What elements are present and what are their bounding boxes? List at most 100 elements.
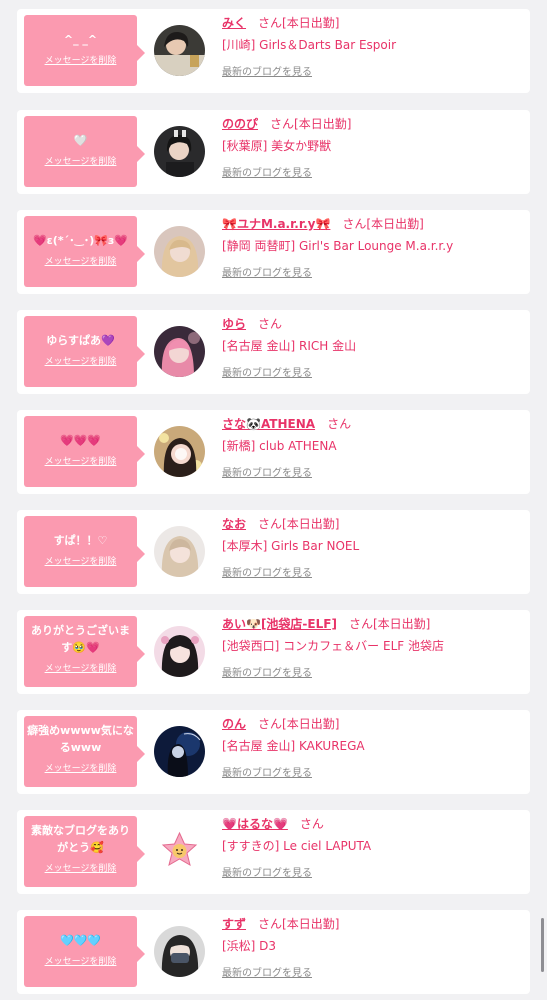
delete-message-link[interactable]: メッセージを削除 — [45, 954, 117, 967]
delete-message-link[interactable]: メッセージを削除 — [45, 53, 117, 66]
message-bubble: 🩵🩵🩵 メッセージを削除 — [24, 916, 145, 987]
name-line: ゆら さん — [222, 315, 522, 333]
name-line: あい🐶[池袋店-ELF] さん[本日出勤] — [222, 615, 522, 633]
san-label: さん — [258, 517, 283, 531]
shop-name: [池袋西口] コンカフェ＆バー ELF 池袋店 — [222, 639, 444, 653]
status-badge: [本日出勤] — [366, 217, 424, 231]
message-text: 💗ε(*´･‿･)🎀з💗 — [32, 234, 129, 247]
message-card: 💗ε(*´･‿･)🎀з💗 メッセージを削除 🎀ユナM.a.r.r.y🎀 さん[本日… — [17, 210, 530, 294]
girl-name-link[interactable]: みく — [222, 16, 246, 30]
san-label: さん — [327, 417, 352, 431]
latest-blog-link[interactable]: 最新のブログを見る — [222, 764, 312, 779]
girl-name-link[interactable]: さな🐼ATHENA — [222, 417, 315, 431]
delete-message-link[interactable]: メッセージを削除 — [45, 454, 117, 467]
san-label: さん — [299, 817, 324, 831]
name-line: のん さん[本日出勤] — [222, 715, 522, 733]
avatar[interactable] — [154, 126, 205, 177]
latest-blog-link[interactable]: 最新のブログを見る — [222, 664, 312, 679]
message-text: 癖強めwwww気になるwww — [27, 724, 134, 754]
status-badge: [本日出勤] — [282, 717, 340, 731]
message-text: ^_ _^ — [63, 33, 98, 46]
delete-message-link[interactable]: メッセージを削除 — [45, 354, 117, 367]
name-line: すず さん[本日出勤] — [222, 915, 522, 933]
avatar[interactable] — [154, 226, 205, 277]
message-bubble: すぱ！！♡ メッセージを削除 — [24, 516, 145, 587]
message-text: 🤍 — [73, 134, 88, 147]
info-block: すず さん[本日出勤] [浜松] D3 最新のブログを見る — [222, 915, 522, 980]
shop-name: [名古屋 金山] RICH 金山 — [222, 339, 357, 353]
name-line: 🎀ユナM.a.r.r.y🎀 さん[本日出勤] — [222, 215, 522, 233]
info-block: あい🐶[池袋店-ELF] さん[本日出勤] [池袋西口] コンカフェ＆バー ELF… — [222, 615, 522, 680]
girl-name-link[interactable]: ののぴ — [222, 117, 258, 131]
san-label: さん — [270, 117, 295, 131]
name-line: さな🐼ATHENA さん — [222, 415, 522, 433]
avatar[interactable] — [154, 626, 205, 677]
message-bubble: ^_ _^ メッセージを削除 — [24, 15, 145, 86]
avatar[interactable] — [154, 526, 205, 577]
message-text: ありがとうございます🥹💗 — [31, 624, 130, 654]
delete-message-link[interactable]: メッセージを削除 — [45, 154, 117, 167]
message-card: 🩵🩵🩵 メッセージを削除 すず さん[本日出勤] [浜松] D3 最新のブログを見… — [17, 910, 530, 994]
girl-name-link[interactable]: なお — [222, 517, 246, 531]
san-label: さん — [258, 16, 283, 30]
latest-blog-link[interactable]: 最新のブログを見る — [222, 464, 312, 479]
message-bubble: 癖強めwwww気になるwww メッセージを削除 — [24, 716, 145, 787]
girl-name-link[interactable]: 💗はるな💗 — [222, 817, 288, 831]
san-label: さん — [348, 617, 373, 631]
shop-name: [すすきの] Le ciel LAPUTA — [222, 839, 372, 853]
latest-blog-link[interactable]: 最新のブログを見る — [222, 63, 312, 78]
shop-name: [川崎] Girls＆Darts Bar Espoir — [222, 38, 397, 52]
status-badge: [本日出勤] — [282, 917, 340, 931]
message-text: 素敵なブログをありがとう🥰 — [31, 824, 130, 854]
delete-message-link[interactable]: メッセージを削除 — [45, 661, 117, 674]
status-badge: [本日出勤] — [372, 617, 431, 631]
message-bubble: 素敵なブログをありがとう🥰 メッセージを削除 — [24, 816, 145, 887]
message-card: 🤍 メッセージを削除 ののぴ さん[本日出勤] [秋葉原] 美女か野獣 最新のブロ… — [17, 110, 530, 194]
message-card: 💗💗💗 メッセージを削除 さな🐼ATHENA さん [新橋] club ATHEN… — [17, 410, 530, 494]
status-badge: [本日出勤] — [282, 16, 340, 30]
girl-name-link[interactable]: 🎀ユナM.a.r.r.y🎀 — [222, 217, 330, 231]
girl-name-link[interactable]: すず — [222, 917, 246, 931]
girl-name-link[interactable]: のん — [222, 717, 246, 731]
message-card: すぱ！！♡ メッセージを削除 なお さん[本日出勤] [本厚木] Girls Ba… — [17, 510, 530, 594]
message-text: 💗💗💗 — [59, 434, 102, 447]
shop-name: [本厚木] Girls Bar NOEL — [222, 539, 360, 553]
message-bubble: 💗💗💗 メッセージを削除 — [24, 416, 145, 487]
shop-name: [名古屋 金山] KAKUREGA — [222, 739, 365, 753]
latest-blog-link[interactable]: 最新のブログを見る — [222, 364, 312, 379]
info-block: 🎀ユナM.a.r.r.y🎀 さん[本日出勤] [静岡 両替町] Girl's Ba… — [222, 215, 522, 280]
latest-blog-link[interactable]: 最新のブログを見る — [222, 264, 312, 279]
delete-message-link[interactable]: メッセージを削除 — [45, 254, 117, 267]
latest-blog-link[interactable]: 最新のブログを見る — [222, 964, 312, 979]
girl-name-link[interactable]: ゆら — [222, 317, 246, 331]
latest-blog-link[interactable]: 最新のブログを見る — [222, 564, 312, 579]
message-text: ゆらすぱあ💜 — [46, 334, 115, 347]
delete-message-link[interactable]: メッセージを削除 — [45, 861, 117, 874]
message-text: すぱ！！♡ — [53, 534, 108, 547]
avatar[interactable] — [154, 426, 205, 477]
info-block: ゆら さん [名古屋 金山] RICH 金山 最新のブログを見る — [222, 315, 522, 380]
message-bubble: ありがとうございます🥹💗 メッセージを削除 — [24, 616, 145, 687]
avatar[interactable] — [154, 826, 205, 877]
message-card: ^_ _^ メッセージを削除 みく さん[本日出勤] [川崎] Girls＆Dar… — [17, 9, 530, 93]
status-badge: [本日出勤] — [294, 117, 352, 131]
info-block: なお さん[本日出勤] [本厚木] Girls Bar NOEL 最新のブログを見… — [222, 515, 522, 580]
message-bubble: ゆらすぱあ💜 メッセージを削除 — [24, 316, 145, 387]
avatar[interactable] — [154, 326, 205, 377]
girl-name-link[interactable]: あい🐶[池袋店-ELF] — [222, 617, 337, 631]
scrollbar[interactable] — [541, 918, 544, 972]
name-line: ののぴ さん[本日出勤] — [222, 115, 522, 133]
avatar[interactable] — [154, 25, 205, 76]
avatar[interactable] — [154, 926, 205, 977]
delete-message-link[interactable]: メッセージを削除 — [45, 554, 117, 567]
message-bubble: 🤍 メッセージを削除 — [24, 116, 145, 187]
avatar[interactable] — [154, 726, 205, 777]
message-card: ありがとうございます🥹💗 メッセージを削除 あい🐶[池袋店-ELF] さん[本日出… — [17, 610, 530, 694]
latest-blog-link[interactable]: 最新のブログを見る — [222, 864, 312, 879]
shop-name: [静岡 両替町] Girl's Bar Lounge M.a.r.r.y — [222, 239, 454, 253]
info-block: ののぴ さん[本日出勤] [秋葉原] 美女か野獣 最新のブログを見る — [222, 115, 522, 180]
san-label: さん — [342, 217, 367, 231]
delete-message-link[interactable]: メッセージを削除 — [45, 761, 117, 774]
san-label: さん — [258, 317, 283, 331]
latest-blog-link[interactable]: 最新のブログを見る — [222, 164, 312, 179]
